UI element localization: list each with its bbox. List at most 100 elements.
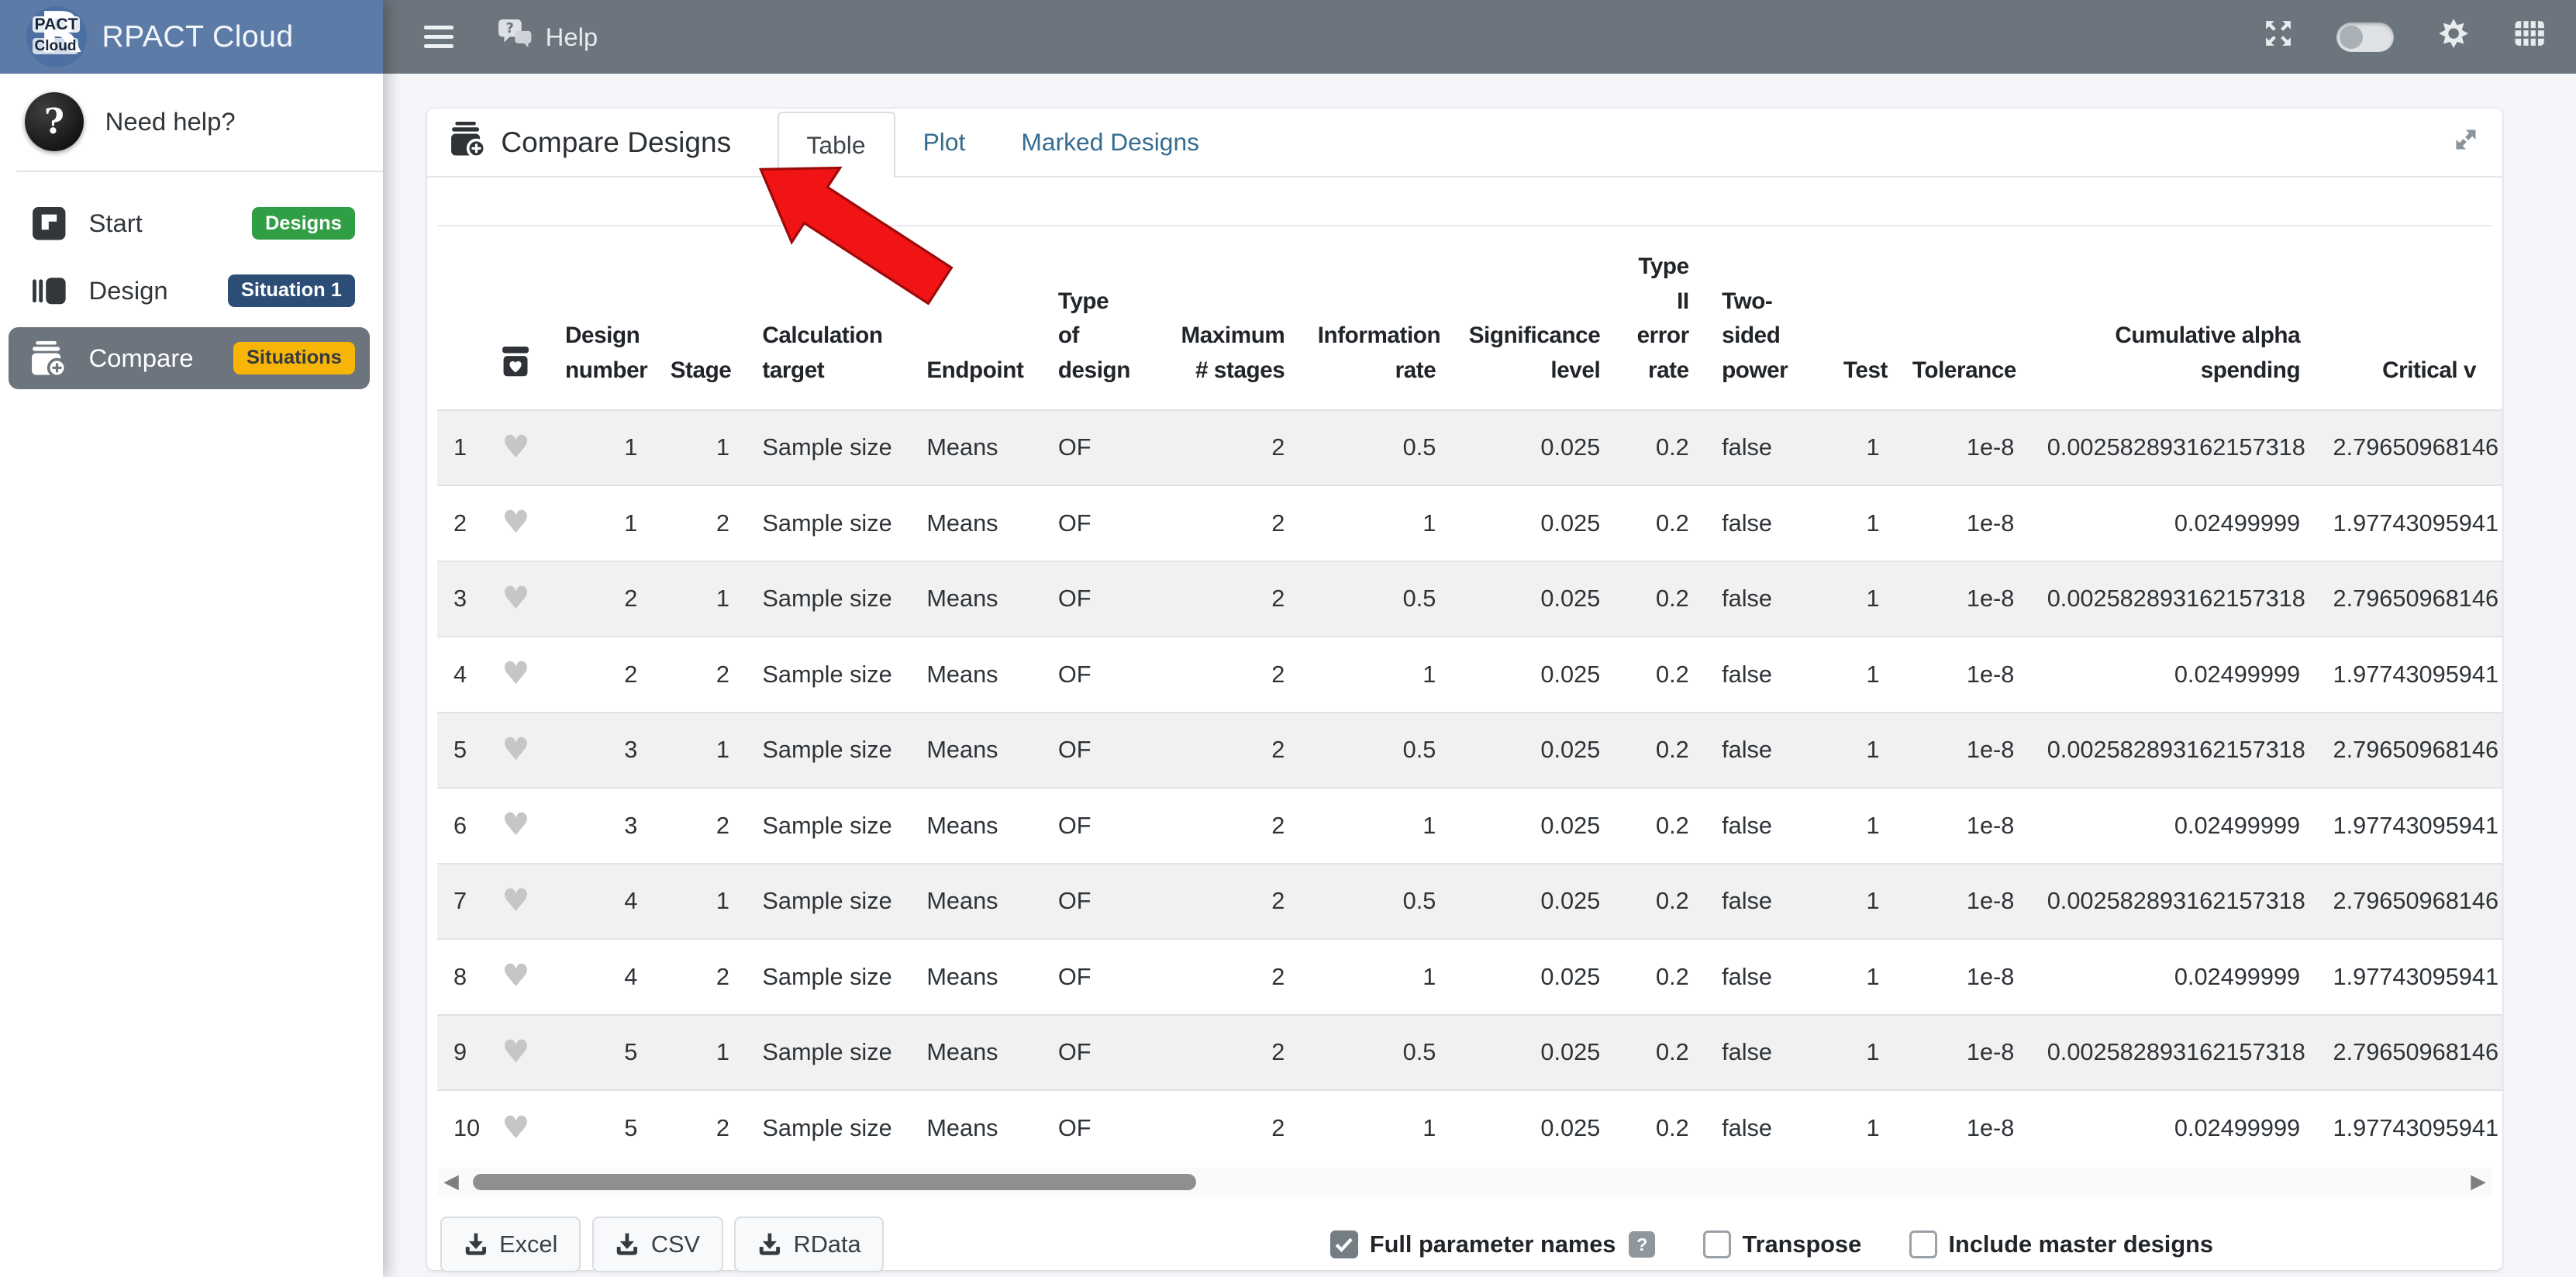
cell-maximum-stages: 2 bbox=[1164, 1090, 1302, 1165]
card-header: Compare Designs Table Plot Marked Design… bbox=[427, 109, 2502, 178]
help-bubbles-icon: ? bbox=[498, 19, 534, 56]
heart-icon[interactable]: ♥ bbox=[502, 958, 529, 994]
cell-type-ii-error-rate: 0.2 bbox=[1616, 864, 1705, 939]
cell-marked[interactable]: ♥ bbox=[483, 485, 549, 561]
cell-type-of-design: OF bbox=[1042, 561, 1164, 637]
card-title: Compare Designs bbox=[450, 109, 731, 176]
sidebar-item-compare[interactable]: Compare Situations bbox=[9, 327, 370, 390]
brand-header[interactable]: R PACT Cloud RPACT Cloud bbox=[0, 0, 383, 74]
checkbox-box[interactable] bbox=[1330, 1230, 1358, 1258]
sidebar-item-label: Start bbox=[88, 209, 142, 238]
heart-icon[interactable]: ♥ bbox=[502, 807, 529, 843]
cell-type-ii-error-rate: 0.2 bbox=[1616, 485, 1705, 561]
horizontal-scrollbar[interactable]: ◀ ▶ bbox=[437, 1168, 2492, 1197]
cell-information-rate: 1 bbox=[1302, 788, 1453, 863]
cell-type-of-design: OF bbox=[1042, 939, 1164, 1014]
help-badge-icon[interactable]: ? bbox=[1629, 1231, 1655, 1258]
sidebar-item-start[interactable]: Start Designs bbox=[9, 192, 370, 255]
compare-designs-card: Compare Designs Table Plot Marked Design… bbox=[427, 109, 2502, 1270]
grid-table-icon[interactable] bbox=[2514, 19, 2545, 54]
heart-icon[interactable]: ♥ bbox=[502, 656, 529, 692]
download-icon bbox=[615, 1232, 640, 1257]
scroll-right-icon[interactable]: ▶ bbox=[2471, 1169, 2486, 1196]
heart-icon[interactable]: ♥ bbox=[502, 1110, 529, 1146]
excel-download-button[interactable]: Excel bbox=[440, 1217, 581, 1272]
cell-marked[interactable]: ♥ bbox=[483, 1015, 549, 1090]
heart-icon[interactable]: ♥ bbox=[502, 1034, 529, 1070]
column-header-calculation-target: Calculationtarget bbox=[746, 226, 910, 409]
cell-cumulative-alpha-spending: 0.002582893162157318 bbox=[2031, 713, 2317, 788]
cell-row-index: 2 bbox=[437, 485, 483, 561]
column-header-marked bbox=[483, 226, 549, 409]
need-help-label: Need help? bbox=[105, 107, 236, 136]
cell-test: 1 bbox=[1827, 788, 1896, 863]
cell-cumulative-alpha-spending: 0.002582893162157318 bbox=[2031, 410, 2317, 485]
cell-significance-level: 0.025 bbox=[1453, 788, 1617, 863]
tab-plot[interactable]: Plot bbox=[895, 109, 994, 176]
cell-type-ii-error-rate: 0.2 bbox=[1616, 1015, 1705, 1090]
tab-marked-designs[interactable]: Marked Designs bbox=[993, 109, 1227, 176]
expand-arrows-icon[interactable] bbox=[2264, 19, 2292, 54]
csv-download-button[interactable]: CSV bbox=[592, 1217, 723, 1272]
cell-calculation-target: Sample size bbox=[746, 561, 910, 637]
status-badge-situations: Situations bbox=[233, 342, 355, 374]
heart-icon[interactable]: ♥ bbox=[502, 505, 529, 540]
scroll-left-icon[interactable]: ◀ bbox=[443, 1169, 459, 1196]
checkbox-full-parameter-names[interactable]: Full parameter names ? bbox=[1330, 1230, 1655, 1258]
tab-table[interactable]: Table bbox=[778, 112, 895, 178]
logo-text-top: PACT bbox=[33, 16, 79, 33]
heart-icon[interactable]: ♥ bbox=[502, 581, 529, 616]
button-label: CSV bbox=[651, 1230, 700, 1258]
cell-marked[interactable]: ♥ bbox=[483, 561, 549, 637]
checkbox-box[interactable] bbox=[1703, 1230, 1731, 1258]
cell-test: 1 bbox=[1827, 485, 1896, 561]
button-label: RData bbox=[794, 1230, 861, 1258]
design-icon bbox=[31, 273, 67, 309]
cell-design-number: 3 bbox=[549, 713, 654, 788]
need-help-link[interactable]: ? Need help? bbox=[0, 74, 383, 167]
cell-marked[interactable]: ♥ bbox=[483, 939, 549, 1014]
cell-marked[interactable]: ♥ bbox=[483, 713, 549, 788]
checkbox-include-master-designs[interactable]: Include master designs bbox=[1909, 1230, 2213, 1258]
cell-significance-level: 0.025 bbox=[1453, 1015, 1617, 1090]
cell-marked[interactable]: ♥ bbox=[483, 637, 549, 712]
help-button[interactable]: ? Help bbox=[498, 19, 598, 56]
cell-marked[interactable]: ♥ bbox=[483, 864, 549, 939]
cell-row-index: 5 bbox=[437, 713, 483, 788]
cell-calculation-target: Sample size bbox=[746, 410, 910, 485]
cell-stage: 1 bbox=[654, 864, 747, 939]
heart-icon[interactable]: ♥ bbox=[502, 430, 529, 465]
compare-designs-icon bbox=[450, 121, 487, 164]
archive-heart-icon bbox=[502, 346, 529, 377]
heart-icon[interactable]: ♥ bbox=[502, 732, 529, 768]
sidebar-item-label: Design bbox=[88, 276, 167, 305]
cell-endpoint: Means bbox=[910, 561, 1042, 637]
heart-icon[interactable]: ♥ bbox=[502, 883, 529, 919]
cell-tolerance: 1e-8 bbox=[1896, 788, 2031, 863]
column-header-stage: Stage bbox=[654, 226, 747, 409]
cell-marked[interactable]: ♥ bbox=[483, 1090, 549, 1165]
tab-bar: Table Plot Marked Designs bbox=[778, 109, 1228, 176]
sun-brightness-icon[interactable] bbox=[2438, 18, 2469, 56]
cell-two-sided-power: false bbox=[1705, 561, 1827, 637]
column-header-type-ii-error-rate: TypeIIerrorrate bbox=[1616, 226, 1705, 409]
dark-mode-toggle[interactable] bbox=[2336, 22, 2394, 52]
rdata-download-button[interactable]: RData bbox=[734, 1217, 884, 1272]
card-expand-icon[interactable] bbox=[2453, 126, 2479, 160]
toggle-knob[interactable] bbox=[2340, 26, 2363, 49]
table-row: 2 ♥ 12Sample sizeMeansOF210.0250.2false1… bbox=[437, 485, 2502, 561]
table-row: 1 ♥ 11Sample sizeMeansOF20.50.0250.2fals… bbox=[437, 410, 2502, 485]
cell-endpoint: Means bbox=[910, 939, 1042, 1014]
checkbox-transpose[interactable]: Transpose bbox=[1703, 1230, 1862, 1258]
hamburger-menu-button[interactable] bbox=[424, 21, 453, 53]
column-header-significance-level: Significancelevel bbox=[1453, 226, 1617, 409]
sidebar-item-design[interactable]: Design Situation 1 bbox=[9, 260, 370, 323]
cell-test: 1 bbox=[1827, 1015, 1896, 1090]
cell-marked[interactable]: ♥ bbox=[483, 788, 549, 863]
scrollbar-thumb[interactable] bbox=[473, 1174, 1196, 1190]
cell-information-rate: 0.5 bbox=[1302, 713, 1453, 788]
cell-two-sided-power: false bbox=[1705, 788, 1827, 863]
checkbox-box[interactable] bbox=[1909, 1230, 1937, 1258]
cell-tolerance: 1e-8 bbox=[1896, 864, 2031, 939]
cell-marked[interactable]: ♥ bbox=[483, 410, 549, 485]
